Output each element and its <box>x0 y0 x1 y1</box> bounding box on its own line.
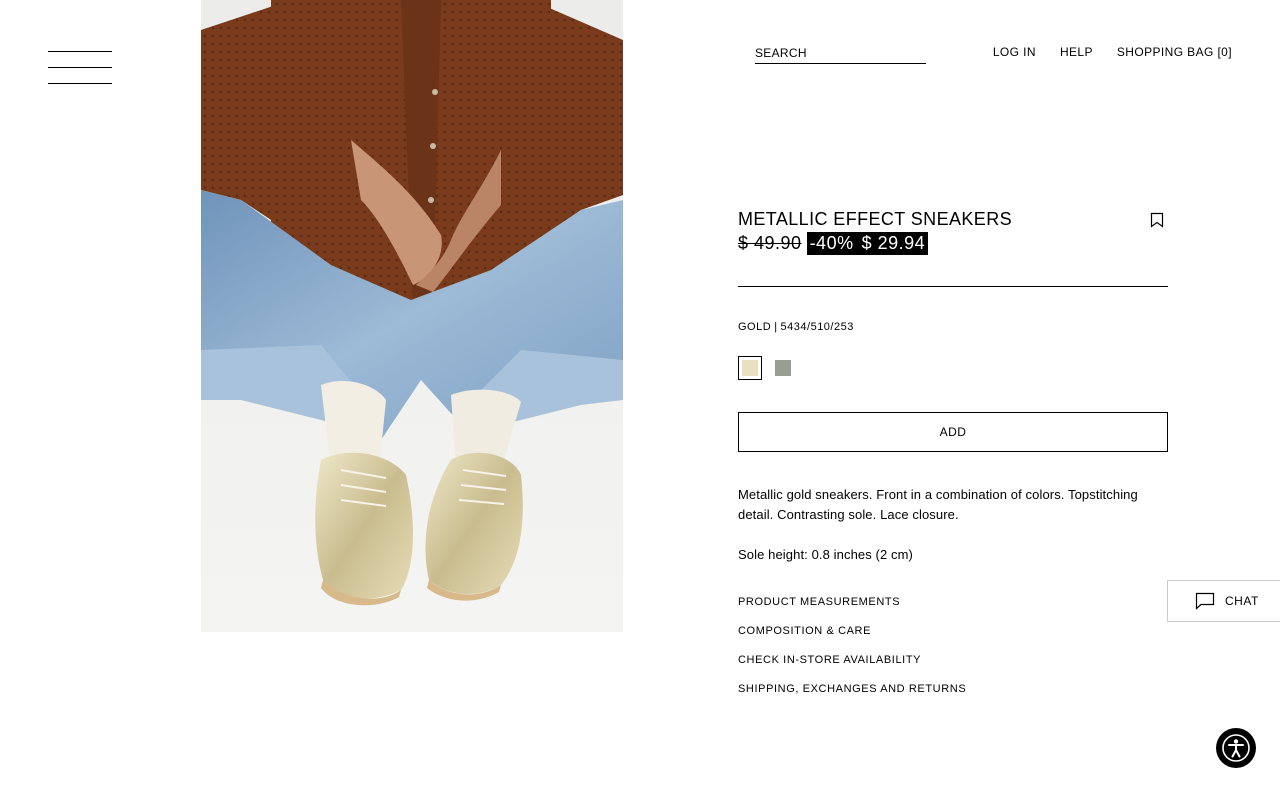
price-row: $ 49.90 -40% $ 29.94 <box>738 232 1168 255</box>
login-link[interactable]: LOG IN <box>993 45 1036 59</box>
original-price: $ 49.90 <box>738 233 802 253</box>
sale-price-badge: -40% $ 29.94 <box>806 232 929 255</box>
shipping-returns-link[interactable]: SHIPPING, EXCHANGES AND RETURNS <box>738 682 1168 696</box>
product-measurements-link[interactable]: PRODUCT MEASUREMENTS <box>738 595 1168 609</box>
product-image-illustration <box>201 0 623 632</box>
swatch-chip <box>775 360 791 376</box>
divider <box>738 286 1168 287</box>
composition-care-link[interactable]: COMPOSITION & CARE <box>738 624 1168 638</box>
info-sections: PRODUCT MEASUREMENTS COMPOSITION & CARE … <box>738 595 1168 696</box>
accessibility-button[interactable] <box>1216 728 1256 768</box>
product-title: METALLIC EFFECT SNEAKERS <box>738 209 1012 229</box>
discount-percent: -40% <box>809 233 854 253</box>
product-image[interactable] <box>201 0 623 632</box>
shopping-bag-link[interactable]: SHOPPING BAG [0] <box>1117 45 1232 59</box>
chat-bubble-icon <box>1195 592 1215 610</box>
color-reference: GOLD | 5434/510/253 <box>738 321 1168 333</box>
help-link[interactable]: HELP <box>1060 45 1093 59</box>
sole-height: Sole height: 0.8 inches (2 cm) <box>738 547 913 562</box>
bookmark-icon[interactable] <box>1150 212 1164 228</box>
store-availability-link[interactable]: CHECK IN-STORE AVAILABILITY <box>738 653 1168 667</box>
hamburger-menu-icon[interactable] <box>48 51 112 85</box>
color-separator: | <box>774 321 778 333</box>
color-swatches <box>738 356 1168 380</box>
color-name: GOLD <box>738 321 772 333</box>
search-field[interactable] <box>755 44 926 64</box>
search-input[interactable] <box>755 45 926 61</box>
color-swatch-grey[interactable] <box>771 356 795 380</box>
sale-price: $ 29.94 <box>861 233 926 253</box>
add-to-bag-button[interactable]: ADD <box>738 412 1168 452</box>
product-reference: 5434/510/253 <box>780 321 854 333</box>
header-nav: LOG IN HELP SHOPPING BAG [0] <box>993 45 1232 59</box>
chat-label: CHAT <box>1225 594 1259 608</box>
product-info: METALLIC EFFECT SNEAKERS $ 49.90 -40% $ 2… <box>738 208 1168 711</box>
product-description: Metallic gold sneakers. Front in a combi… <box>738 487 1138 522</box>
menu-bar-top <box>48 51 112 52</box>
menu-bar-middle <box>48 67 112 68</box>
swatch-chip <box>742 360 758 376</box>
color-swatch-gold[interactable] <box>738 356 762 380</box>
menu-bar-bottom <box>48 83 112 84</box>
accessibility-icon <box>1222 734 1250 762</box>
chat-button[interactable]: CHAT <box>1167 580 1280 622</box>
title-row: METALLIC EFFECT SNEAKERS <box>738 208 1168 230</box>
